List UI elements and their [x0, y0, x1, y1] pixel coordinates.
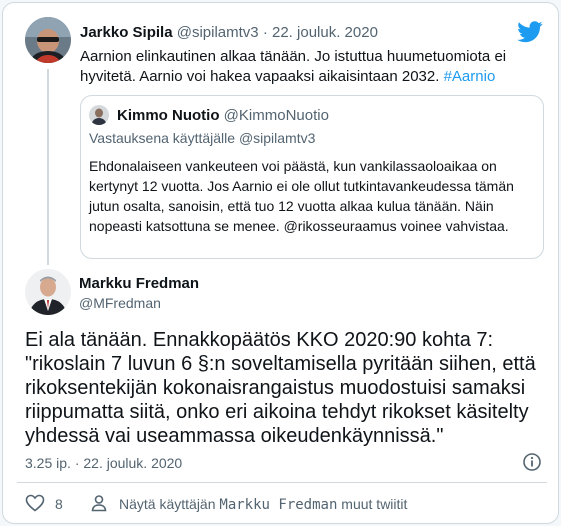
main-author-handle[interactable]: @MFredman: [79, 295, 161, 311]
author-name[interactable]: Jarkko Sipila: [80, 24, 173, 41]
main-tweet-text: Ei ala tänään. Ennakkopäätös KKO 2020:90…: [25, 329, 536, 447]
avatar-jarkko-sipila[interactable]: [25, 17, 71, 63]
avatar-kimmo-nuotio: [89, 105, 109, 125]
person-icon[interactable]: [89, 493, 109, 513]
info-icon[interactable]: [522, 452, 542, 472]
tweet-body: Aarnion elinkautinen alkaa tänään. Jo is…: [80, 48, 507, 85]
author-handle[interactable]: @sipilamtv3: [177, 24, 259, 41]
main-tweet-timestamp[interactable]: 3.25 ip. · 22. jouluk. 2020: [25, 455, 182, 471]
quoted-author-name: Kimmo Nuotio: [117, 107, 220, 124]
more-tweets-name: Markku Fredman: [219, 497, 338, 513]
heart-icon[interactable]: [25, 494, 45, 512]
more-tweets-link[interactable]: Näytä käyttäjän Markku Fredman muut twii…: [119, 496, 407, 513]
thread-connector-line: [47, 69, 49, 265]
quoted-tweet-card[interactable]: Kimmo Nuotio @KimmoNuotio Vastauksena kä…: [80, 95, 544, 259]
main-author-name[interactable]: Markku Fredman: [79, 275, 199, 292]
parent-tweet-text: Aarnion elinkautinen alkaa tänään. Jo is…: [80, 47, 540, 87]
tweet-date[interactable]: 22. jouluk. 2020: [272, 24, 378, 41]
parent-tweet-header: Jarkko Sipila @sipilamtv3 · 22. jouluk. …: [80, 24, 378, 41]
hashtag-link[interactable]: #Aarnio: [444, 68, 496, 85]
separator-dot: ·: [262, 24, 268, 41]
more-tweets-prefix: Näytä käyttäjän: [119, 496, 216, 512]
quoted-author-handle: @KimmoNuotio: [223, 107, 329, 124]
action-divider: [17, 482, 547, 483]
tweet-embed-card: Jarkko Sipila @sipilamtv3 · 22. jouluk. …: [2, 2, 559, 524]
like-count[interactable]: 8: [55, 496, 63, 512]
more-tweets-suffix: muut twiitit: [341, 496, 408, 512]
avatar-markku-fredman[interactable]: [25, 269, 71, 315]
quoted-tweet-header: Kimmo Nuotio @KimmoNuotio: [117, 107, 329, 124]
twitter-bird-icon[interactable]: [517, 21, 543, 43]
reply-context: Vastauksena käyttäjälle @sipilamtv3: [89, 130, 316, 146]
quoted-tweet-text: Ehdonalaiseen vankeuteen voi päästä, kun…: [89, 158, 514, 234]
